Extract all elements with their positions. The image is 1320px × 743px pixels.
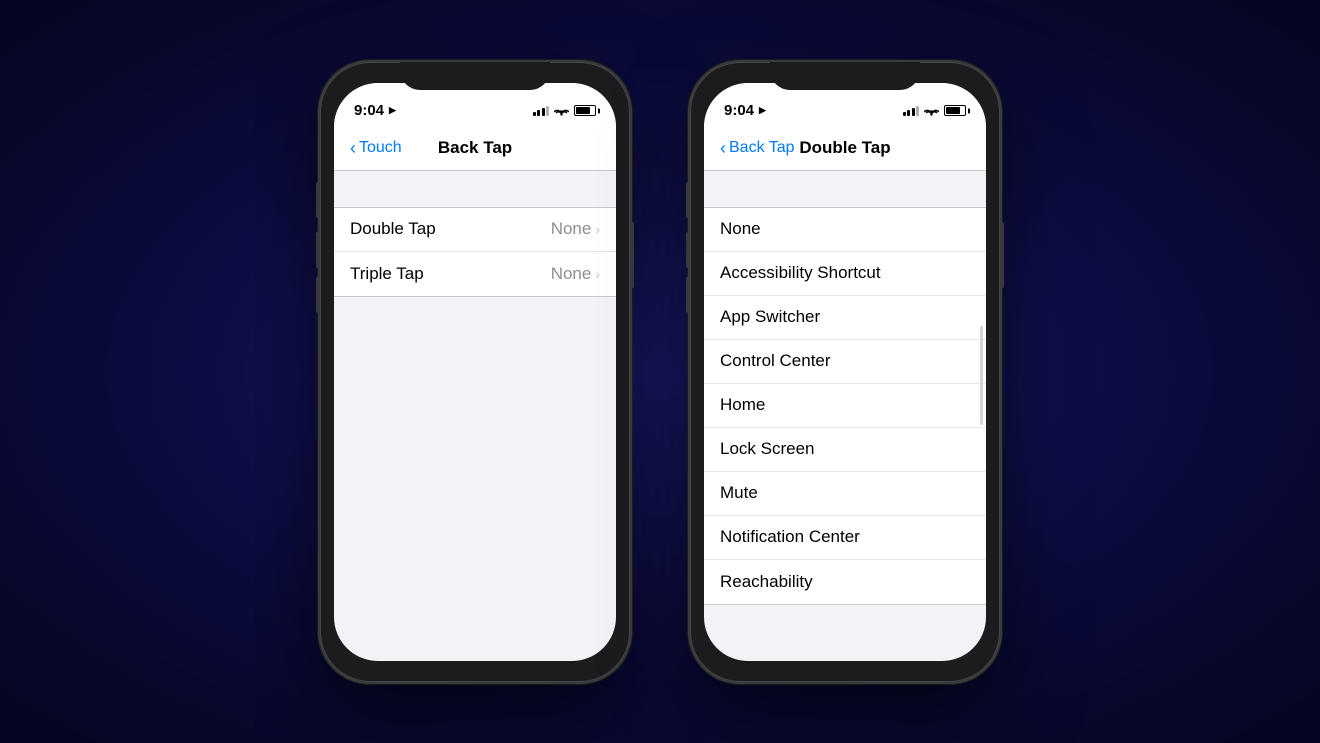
list-item-app-switcher[interactable]: App Switcher: [704, 296, 986, 340]
back-chevron-left: ‹: [350, 138, 356, 159]
option-reachability: Reachability: [720, 572, 813, 592]
location-arrow-right: ▶: [759, 105, 766, 116]
back-button-right[interactable]: ‹ Back Tap: [720, 138, 795, 159]
double-tap-label: Double Tap: [350, 219, 436, 239]
time-left: 9:04: [354, 102, 384, 119]
signal-bars-left: [533, 105, 550, 116]
status-icons-left: [533, 105, 597, 116]
double-tap-chevron: ›: [595, 221, 600, 237]
screen-right: 9:04 ▶: [704, 83, 986, 661]
phone-right: 9:04 ▶: [690, 62, 1000, 682]
list-item-triple-tap[interactable]: Triple Tap None ›: [334, 252, 616, 296]
time-right: 9:04: [724, 102, 754, 119]
back-chevron-right: ‹: [720, 138, 726, 159]
triple-tap-current: None: [551, 264, 592, 284]
double-tap-current: None: [551, 219, 592, 239]
list-group-left: Double Tap None › Triple Tap None ›: [334, 207, 616, 297]
list-item-home[interactable]: Home: [704, 384, 986, 428]
back-label-left: Touch: [359, 139, 402, 157]
wifi-icon-right: [924, 105, 939, 116]
notch-left: [400, 62, 550, 90]
option-control-center: Control Center: [720, 351, 831, 371]
status-time-right: 9:04 ▶: [724, 102, 766, 119]
list-item-mute[interactable]: Mute: [704, 472, 986, 516]
phone-left: 9:04 ▶: [320, 62, 630, 682]
list-item-accessibility-shortcut[interactable]: Accessibility Shortcut: [704, 252, 986, 296]
option-home: Home: [720, 395, 765, 415]
scroll-indicator: [980, 326, 983, 425]
list-item-control-center[interactable]: Control Center: [704, 340, 986, 384]
nav-title-right: Double Tap: [799, 138, 890, 158]
option-app-switcher: App Switcher: [720, 307, 820, 327]
option-none: None: [720, 219, 761, 239]
option-mute: Mute: [720, 483, 758, 503]
list-item-notification-center[interactable]: Notification Center: [704, 516, 986, 560]
section-spacer-left: [334, 171, 616, 207]
section-spacer-right: [704, 171, 986, 207]
list-item-lock-screen[interactable]: Lock Screen: [704, 428, 986, 472]
back-label-right: Back Tap: [729, 139, 795, 157]
list-item-reachability[interactable]: Reachability: [704, 560, 986, 604]
nav-bar-left: ‹ Touch Back Tap: [334, 127, 616, 171]
option-lock-screen: Lock Screen: [720, 439, 815, 459]
list-item-none[interactable]: None: [704, 208, 986, 252]
nav-title-left: Back Tap: [438, 138, 512, 158]
list-group-right: None Accessibility Shortcut App Switcher…: [704, 207, 986, 605]
triple-tap-value: None ›: [551, 264, 600, 284]
list-item-double-tap[interactable]: Double Tap None ›: [334, 208, 616, 252]
triple-tap-label: Triple Tap: [350, 264, 424, 284]
battery-icon-right: [944, 105, 966, 116]
battery-icon-left: [574, 105, 596, 116]
option-notification-center: Notification Center: [720, 527, 860, 547]
notch-right: [770, 62, 920, 90]
wifi-icon-left: [554, 105, 569, 116]
triple-tap-chevron: ›: [595, 266, 600, 282]
status-time-left: 9:04 ▶: [354, 102, 396, 119]
double-tap-value: None ›: [551, 219, 600, 239]
back-button-left[interactable]: ‹ Touch: [350, 138, 402, 159]
signal-bars-right: [903, 105, 920, 116]
screen-left: 9:04 ▶: [334, 83, 616, 661]
status-icons-right: [903, 105, 967, 116]
location-arrow-left: ▶: [389, 105, 396, 116]
option-accessibility-shortcut: Accessibility Shortcut: [720, 263, 881, 283]
nav-bar-right: ‹ Back Tap Double Tap: [704, 127, 986, 171]
